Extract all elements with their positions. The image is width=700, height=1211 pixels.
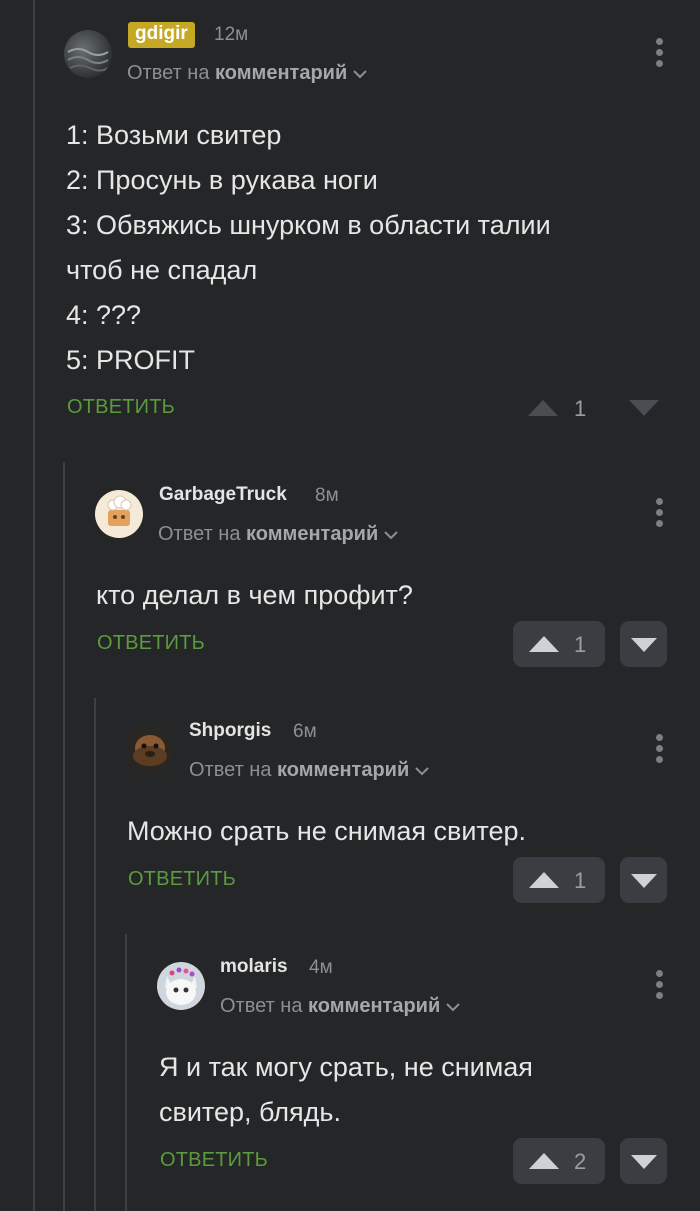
- reply-button[interactable]: ОТВЕТИТЬ: [160, 1149, 268, 1172]
- comment-line: кто делал в чем профит?: [96, 580, 413, 610]
- thread-line: [63, 462, 65, 1211]
- reply-to-prefix: Ответ на: [189, 759, 272, 781]
- comment-line: чтоб не спадал: [66, 255, 258, 285]
- avatar[interactable]: [64, 30, 112, 78]
- comment-body: Я и так могу срать, не снимая свитер, бл…: [159, 1045, 533, 1135]
- upvote-button[interactable]: 1: [513, 621, 605, 667]
- vote-count: 1: [574, 396, 587, 421]
- reply-to-link[interactable]: Ответ на комментарий: [189, 759, 429, 782]
- username[interactable]: molaris: [220, 956, 288, 978]
- avatar[interactable]: [95, 490, 143, 538]
- chevron-down-icon: [353, 70, 367, 79]
- vote-count: 1: [574, 868, 587, 893]
- comment-line: 3: Обвяжись шнурком в области талии: [66, 210, 551, 240]
- comment-time: 8м: [315, 485, 339, 506]
- reply-to-target: комментарий: [308, 995, 441, 1017]
- thread-line: [125, 934, 127, 1211]
- reply-to-target: комментарий: [277, 759, 410, 781]
- reply-to-link[interactable]: Ответ на комментарий: [158, 523, 398, 546]
- reply-to-link[interactable]: Ответ на комментарий: [127, 62, 367, 85]
- comment-line: 1: Возьми свитер: [66, 120, 282, 150]
- comment-body: кто делал в чем профит?: [96, 573, 413, 618]
- comment-line: Я и так могу срать, не снимая: [159, 1052, 533, 1082]
- more-vertical-icon[interactable]: [650, 34, 670, 74]
- username[interactable]: gdigir: [128, 22, 195, 48]
- avatar-image: [133, 735, 167, 766]
- comment-time: 12м: [214, 24, 249, 45]
- comment-line: 2: Просунь в рукава ноги: [66, 165, 378, 195]
- reply-button[interactable]: ОТВЕТИТЬ: [67, 396, 175, 419]
- downvote-arrow-icon: [631, 1155, 657, 1169]
- reply-to-prefix: Ответ на: [220, 995, 303, 1017]
- reply-to-prefix: Ответ на: [127, 62, 210, 84]
- more-vertical-icon[interactable]: [650, 494, 670, 534]
- more-vertical-icon[interactable]: [650, 966, 670, 1006]
- downvote-button[interactable]: [620, 621, 667, 667]
- avatar[interactable]: [157, 962, 205, 1010]
- upvote-arrow-icon: [529, 1153, 559, 1169]
- thread-line: [33, 0, 35, 1211]
- comment-time: 6м: [293, 721, 317, 742]
- comment-body: 1: Возьми свитер 2: Просунь в рукава ног…: [66, 113, 551, 383]
- avatar-image: [67, 48, 109, 72]
- thread-line: [94, 698, 96, 1211]
- avatar-image: [107, 495, 132, 526]
- vote-count: 1: [574, 632, 587, 657]
- chevron-down-icon: [446, 1003, 460, 1012]
- downvote-arrow-icon: [631, 874, 657, 888]
- comment-body: Можно срать не снимая свитер.: [127, 809, 526, 854]
- reply-to-link[interactable]: Ответ на комментарий: [220, 995, 460, 1018]
- downvote-button[interactable]: [620, 1138, 667, 1184]
- vote-count: 2: [574, 1149, 587, 1174]
- upvote-arrow-icon: [529, 872, 559, 888]
- comment-time: 4м: [309, 957, 333, 978]
- chevron-down-icon: [384, 531, 398, 540]
- username[interactable]: GarbageTruck: [159, 484, 287, 506]
- comment-line: свитер, блядь.: [159, 1097, 341, 1127]
- upvote-button[interactable]: 2: [513, 1138, 605, 1184]
- downvote-arrow-icon[interactable]: [629, 400, 659, 416]
- reply-to-target: комментарий: [246, 523, 379, 545]
- avatar[interactable]: [126, 726, 174, 774]
- avatar-image: [165, 967, 197, 1005]
- reply-to-prefix: Ответ на: [158, 523, 241, 545]
- comment-line: Можно срать не снимая свитер.: [127, 816, 527, 846]
- more-vertical-icon[interactable]: [650, 730, 670, 770]
- reply-to-target: комментарий: [215, 62, 348, 84]
- reply-button[interactable]: ОТВЕТИТЬ: [97, 632, 205, 655]
- upvote-button[interactable]: 1: [513, 857, 605, 903]
- username[interactable]: Shporgis: [189, 720, 271, 742]
- upvote-arrow-icon[interactable]: [528, 400, 558, 416]
- comment-line: 4: ???: [66, 300, 142, 330]
- downvote-button[interactable]: [620, 857, 667, 903]
- upvote-arrow-icon: [529, 636, 559, 652]
- chevron-down-icon: [415, 767, 429, 776]
- reply-button[interactable]: ОТВЕТИТЬ: [128, 868, 236, 891]
- comment-line: 5: PROFIT: [66, 345, 196, 375]
- downvote-arrow-icon: [631, 638, 657, 652]
